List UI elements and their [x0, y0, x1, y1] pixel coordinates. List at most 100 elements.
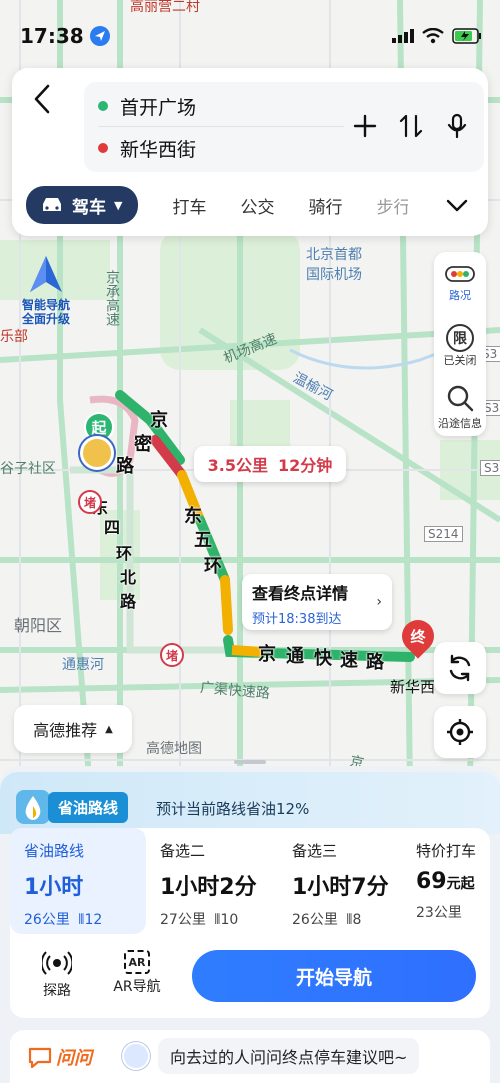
microphone-icon[interactable] — [444, 112, 470, 140]
start-point-field[interactable]: 首开广场 — [98, 88, 196, 124]
route-option-distance: 27公里 — [160, 912, 206, 928]
road-char: 京 — [258, 644, 276, 665]
battery-charging-icon — [452, 28, 481, 44]
route-option-duration: 1小时2分 — [160, 875, 257, 900]
map-label-airport-2: 国际机场 — [306, 267, 362, 283]
jam-marker: 堵 — [78, 490, 102, 514]
traffic-light-icon — [445, 266, 475, 282]
search-icon — [447, 385, 474, 412]
mode-drive[interactable]: 驾车 ▼ — [26, 186, 139, 224]
road-char: 东 — [184, 506, 202, 527]
route-duration: 12分钟 — [278, 456, 333, 475]
sheet-handle[interactable] — [234, 760, 266, 764]
destination-detail-callout[interactable]: 查看终点详情 预计18:38到达 › — [242, 574, 392, 630]
map-side-controls: 路况 限 已关闭 沿途信息 — [434, 252, 486, 436]
route-option-distance: 23公里 — [416, 905, 462, 921]
road-char: 密 — [134, 434, 152, 455]
smart-nav-promo[interactable]: 智能导航 全面升级 — [16, 254, 76, 326]
fuel-saving-banner: 省油路线 预计当前路线省油12% — [0, 772, 500, 834]
start-navigation-button[interactable]: 开始导航 — [192, 950, 476, 1002]
recommend-label: 高德推荐 — [33, 721, 98, 740]
refresh-route-button[interactable] — [434, 642, 486, 694]
back-arrow-icon[interactable] — [28, 82, 58, 116]
map-label-club: 乐部 — [0, 329, 28, 345]
restriction-icon: 限 — [446, 324, 474, 352]
road-char: 快 — [314, 648, 332, 669]
route-option-lights: 12 — [84, 912, 103, 928]
route-option-lights: 8 — [352, 912, 362, 928]
mode-transit[interactable]: 公交 — [240, 193, 274, 218]
end-point-field[interactable]: 新华西街 — [98, 130, 196, 166]
status-time: 17:38 — [20, 24, 84, 48]
road-char: 路 — [366, 652, 384, 673]
end-point-text: 新华西街 — [120, 138, 197, 161]
restriction-toggle[interactable]: 限 已关闭 — [434, 324, 486, 368]
route-distance: 3.5公里 — [207, 456, 269, 475]
taxi-price-unit: 元起 — [446, 876, 475, 892]
road-char: 北 — [120, 568, 137, 587]
mode-taxi[interactable]: 打车 — [172, 193, 206, 218]
swap-route-icon[interactable] — [398, 112, 424, 140]
mode-walk[interactable]: 步行 — [376, 193, 408, 218]
destination-detail-title: 查看终点详情 — [252, 584, 349, 603]
ask-bar[interactable]: 问问 向去过的人问问终点停车建议吧~ — [10, 1030, 490, 1083]
chevron-right-icon: › — [376, 594, 382, 610]
explore-road-button[interactable]: 探路 — [22, 950, 92, 1000]
restriction-label: 已关闭 — [443, 354, 477, 367]
map-label-gaode: 高德地图 — [146, 741, 202, 757]
route-time-callout[interactable]: 3.5公里 12分钟 — [194, 446, 346, 482]
map-label-airport: 北京首都 — [306, 247, 362, 263]
cellular-signal-icon — [392, 29, 414, 43]
route-option-3[interactable]: 备选三 1小时7分 26公里 ⦀8 — [278, 828, 402, 934]
ar-icon: AR — [124, 950, 150, 974]
ask-prompt[interactable]: 向去过的人问问终点停车建议吧~ — [158, 1038, 420, 1074]
mode-drive-label: 驾车 — [72, 197, 106, 218]
chevron-down-icon[interactable] — [444, 192, 470, 218]
route-option-label: 特价打车 — [416, 842, 477, 860]
taxi-price: 69元起 — [416, 869, 490, 894]
road-char: 京 — [150, 410, 168, 431]
traffic-toggle[interactable]: 路况 — [434, 264, 486, 303]
route-option-1[interactable]: 省油路线 1小时 26公里 ⦀12 — [10, 828, 146, 934]
fuel-badge: 省油路线 — [14, 786, 129, 828]
along-route-info[interactable]: 沿途信息 — [434, 384, 486, 431]
status-icons — [392, 28, 482, 44]
map-label-chaoyang: 朝阳区 — [14, 616, 63, 635]
location-services-icon — [89, 26, 110, 46]
route-option-meta: 27公里 ⦀10 — [160, 909, 264, 929]
ask-brand-label: 问问 — [56, 1047, 92, 1069]
map-label-top: 高丽营二村 — [130, 0, 200, 15]
recommend-dropdown[interactable]: 高德推荐 ▲ — [14, 705, 132, 753]
road-char: 路 — [120, 592, 137, 611]
wifi-icon — [422, 28, 444, 44]
ar-navigation-button[interactable]: AR AR导航 — [102, 950, 172, 996]
traffic-label: 路况 — [449, 289, 471, 302]
ask-brand: 问问 — [28, 1044, 92, 1070]
ar-icon-glyph: AR — [128, 955, 146, 969]
restriction-glyph: 限 — [453, 331, 467, 347]
end-dot-icon — [98, 143, 108, 153]
destination-eta: 预计18:38到达 — [252, 612, 342, 627]
route-option-distance: 26公里 — [24, 912, 70, 928]
mode-bike[interactable]: 骑行 — [308, 193, 342, 218]
route-option-lights: 10 — [220, 912, 239, 928]
road-char: 四 — [104, 518, 121, 537]
road-char: 环 — [204, 556, 222, 577]
current-location-avatar[interactable] — [80, 436, 114, 470]
route-option-label: 省油路线 — [24, 842, 85, 860]
route-option-label: 备选三 — [292, 842, 338, 860]
route-option-2[interactable]: 备选二 1小时2分 27公里 ⦀10 — [146, 828, 278, 934]
fuel-saving-badge-label: 省油路线 — [48, 791, 129, 823]
start-dot-icon — [98, 101, 108, 111]
map-label-tonghui: 通惠河 — [62, 657, 104, 673]
transport-modes: 驾车 ▼ 打车 公交 骑行 步行 — [26, 186, 478, 224]
locate-me-button[interactable] — [434, 706, 486, 758]
map-label-s3-3: S3 — [480, 460, 500, 476]
start-marker-label: 起 — [91, 418, 107, 437]
navigation-arrow-icon — [30, 256, 62, 292]
add-waypoint-icon[interactable] — [352, 112, 378, 140]
route-option-taxi[interactable]: 特价打车 69元起 23公里 — [402, 828, 490, 934]
status-bar: 17:38 — [20, 22, 482, 50]
route-option-distance: 26公里 — [292, 912, 338, 928]
route-option-meta: 26公里 ⦀8 — [292, 909, 388, 929]
